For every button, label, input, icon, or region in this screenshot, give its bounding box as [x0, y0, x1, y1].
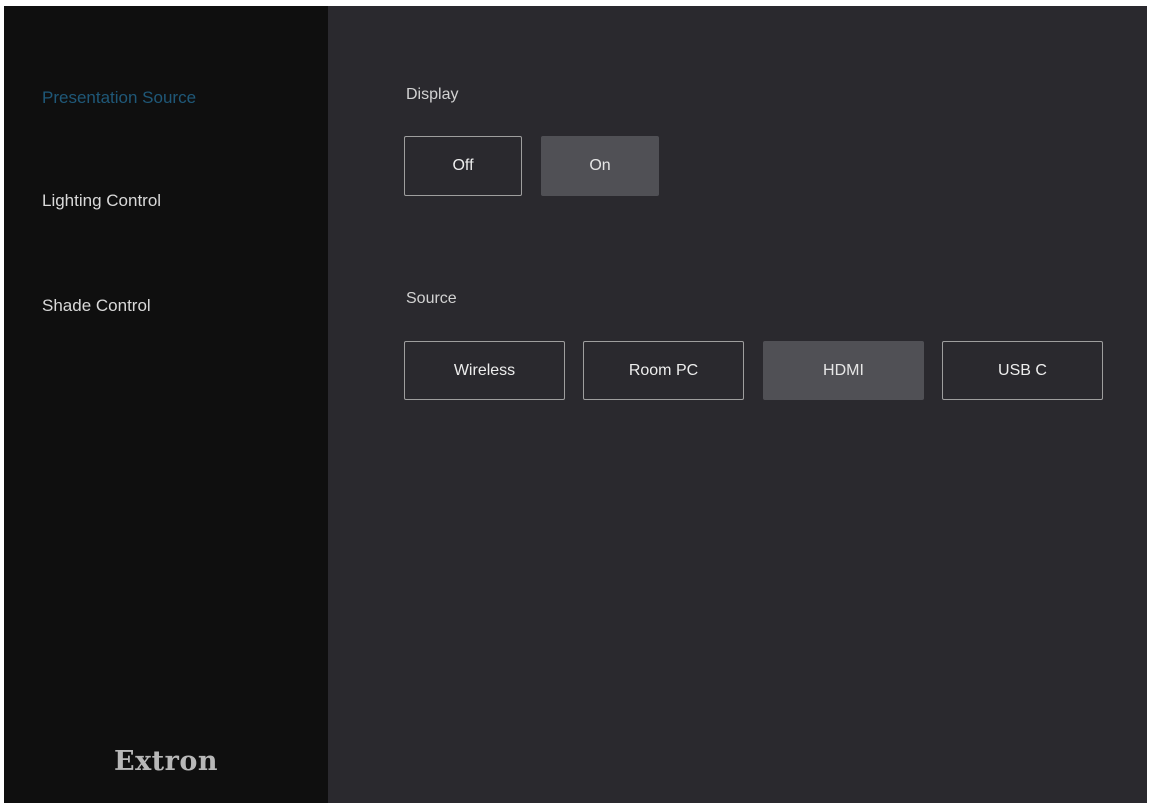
sidebar: Presentation Source Lighting Control Sha…	[4, 6, 328, 803]
source-room-pc-button[interactable]: Room PC	[583, 341, 744, 400]
sidebar-item-lighting-control[interactable]: Lighting Control	[42, 191, 161, 211]
app-window: Presentation Source Lighting Control Sha…	[0, 0, 1151, 806]
display-on-button[interactable]: On	[541, 136, 659, 196]
sidebar-item-shade-control[interactable]: Shade Control	[42, 296, 151, 316]
main-panel: Display Off On Source Wireless Room PC H…	[328, 6, 1147, 803]
display-section-label: Display	[406, 86, 459, 103]
source-usb-c-button[interactable]: USB C	[942, 341, 1103, 400]
sidebar-item-presentation-source[interactable]: Presentation Source	[42, 88, 196, 108]
brand-logo: Extron	[113, 746, 218, 777]
source-wireless-button[interactable]: Wireless	[404, 341, 565, 400]
display-off-button[interactable]: Off	[404, 136, 522, 196]
source-hdmi-button[interactable]: HDMI	[763, 341, 924, 400]
source-section-label: Source	[406, 290, 457, 307]
